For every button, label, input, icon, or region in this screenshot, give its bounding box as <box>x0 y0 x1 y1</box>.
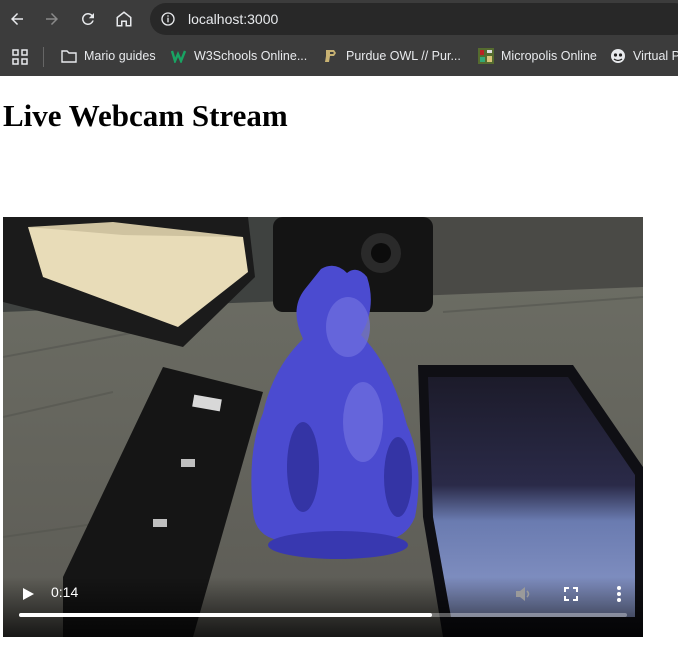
browser-toolbar: localhost:3000 <box>0 0 678 38</box>
folder-icon <box>61 48 77 64</box>
arrow-left-icon <box>11 13 23 25</box>
bookmark-mario-guides[interactable]: Mario guides <box>61 48 156 64</box>
bookmark-label: Micropolis Online <box>501 49 597 63</box>
bookmark-w3schools[interactable]: W3Schools Online... <box>171 48 307 64</box>
forward-button[interactable] <box>37 4 67 34</box>
play-button[interactable] <box>17 583 39 605</box>
bookmark-micropolis[interactable]: Micropolis Online <box>478 48 597 64</box>
bookmarks-bar: Mario guides W3Schools Online... Purdue … <box>0 38 678 76</box>
arrow-right-icon <box>46 13 58 25</box>
address-bar[interactable]: localhost:3000 <box>150 3 678 35</box>
info-icon[interactable] <box>160 11 176 27</box>
seek-progress <box>19 613 433 617</box>
bookmark-label: Virtual P <box>633 49 678 63</box>
mute-button[interactable] <box>512 583 534 605</box>
page-title: Live Webcam Stream <box>3 98 288 133</box>
home-button[interactable] <box>109 4 139 34</box>
volume-icon <box>516 587 530 601</box>
bookmark-label: W3Schools Online... <box>194 49 308 63</box>
video-controls: 0:14 <box>3 577 643 637</box>
fullscreen-button[interactable] <box>560 583 582 605</box>
bookmark-label: Purdue OWL // Pur... <box>346 49 461 63</box>
home-icon <box>116 11 132 27</box>
micropolis-icon <box>478 48 494 64</box>
webcam-frame <box>3 217 643 637</box>
more-options-button[interactable] <box>608 583 630 605</box>
virtual-icon <box>610 48 626 64</box>
purdue-icon <box>323 48 339 64</box>
seek-bar[interactable] <box>19 613 627 617</box>
bookmark-virtual[interactable]: Virtual P <box>610 48 678 64</box>
w3schools-icon <box>171 48 187 64</box>
webcam-video[interactable]: 0:14 <box>3 217 643 637</box>
apps-grid-icon <box>12 49 28 65</box>
bookmark-label: Mario guides <box>84 49 156 63</box>
current-time: 0:14 <box>51 584 79 600</box>
url-text[interactable]: localhost:3000 <box>188 11 278 27</box>
back-button[interactable] <box>2 4 32 34</box>
reload-icon <box>81 12 94 25</box>
kebab-menu-icon <box>617 586 621 602</box>
reload-button[interactable] <box>73 4 103 34</box>
apps-button[interactable] <box>12 49 28 65</box>
fullscreen-icon <box>564 587 578 601</box>
bookmarks-separator <box>43 47 44 67</box>
play-icon <box>23 588 34 600</box>
bookmark-purdue-owl[interactable]: Purdue OWL // Pur... <box>323 48 461 64</box>
